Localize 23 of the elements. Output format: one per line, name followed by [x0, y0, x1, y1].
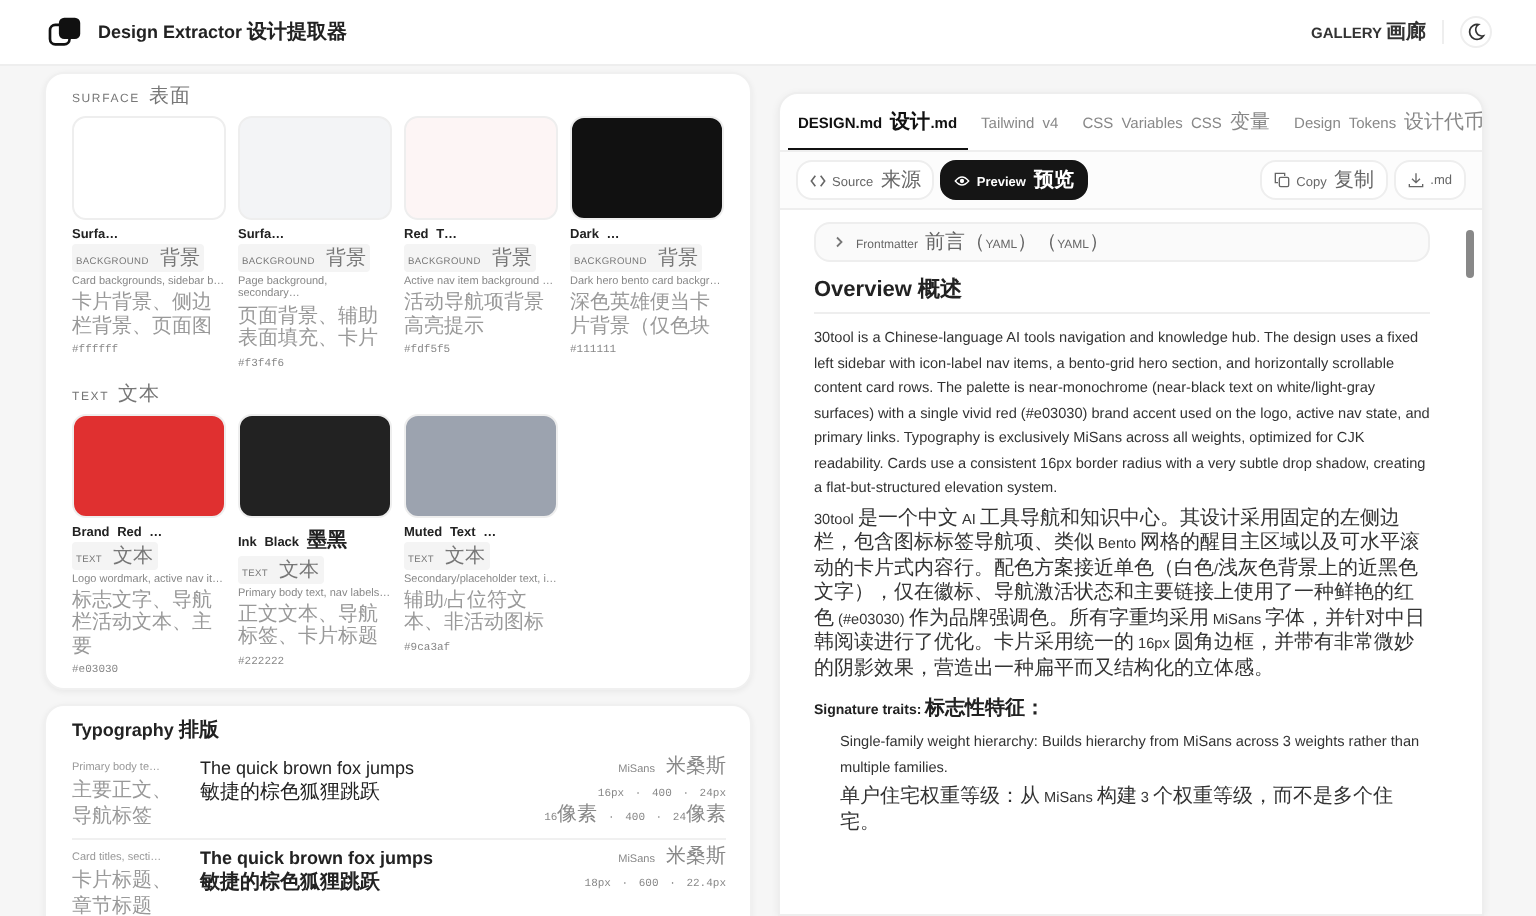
doc-heading: Overview 概述: [814, 274, 1430, 314]
swatch-description: 页面背景、辅助表面填充、卡片: [238, 305, 380, 352]
swatch-description: 活动导航项背景高亮提示: [404, 292, 546, 339]
type-sample: The quick brown fox jumps: [200, 846, 436, 871]
type-sample: The quick brown fox jumps: [200, 756, 417, 781]
moon-icon: [1466, 22, 1486, 42]
eye-icon: [954, 173, 971, 187]
type-sample: 敏捷的棕色狐狸跳跃: [200, 870, 382, 897]
type-role-label: 主要正文、导航标签: [72, 780, 174, 833]
swatch-description: 卡片背景、侧边栏背景、页面图: [72, 292, 214, 339]
card-title: Typography 排版: [72, 717, 221, 745]
download-icon: [1408, 172, 1425, 188]
code-icon: [810, 173, 826, 187]
swatch-description: 正文文本、导航标签、卡片标题: [238, 603, 380, 650]
theme-toggle-button[interactable]: [1460, 16, 1492, 48]
chevron-icon: [834, 236, 846, 248]
app-title: Design Extractor 设计提取器: [98, 19, 348, 46]
logo-icon: [48, 16, 84, 48]
type-sample: 敏捷的棕色狐狸跳跃: [200, 780, 382, 807]
swatch-description: 深色英雄便当卡片背景（仅色块: [570, 292, 712, 339]
type-role-label: 卡片标题、章节标题: [72, 870, 174, 916]
copy-icon: [1274, 172, 1291, 188]
swatch-description: 标志文字、导航栏活动文本、主要: [72, 589, 214, 659]
